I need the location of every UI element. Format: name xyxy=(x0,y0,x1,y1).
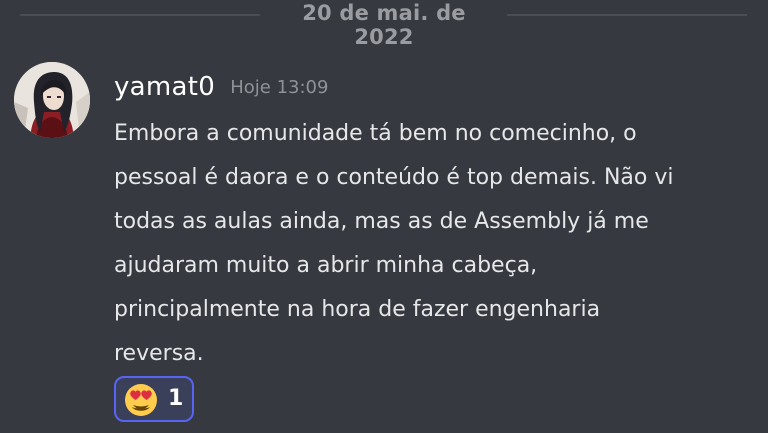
message-line: principalmente na hora de fazer engenhar… xyxy=(114,297,601,322)
message-content: Embora a comunidade tá bem no comecinho,… xyxy=(114,112,714,376)
avatar-image xyxy=(14,62,90,138)
reaction-count: 1 xyxy=(168,386,184,411)
heart-eyes-emoji-icon xyxy=(125,384,157,416)
timestamp[interactable]: Hoje 13:09 xyxy=(230,77,328,98)
date-divider-label: 20 de mai. de 2022 xyxy=(302,1,466,49)
divider-line-right xyxy=(507,14,747,16)
message-line: ajudaram muito a abrir minha cabeça, xyxy=(114,253,538,278)
message-line: reversa. xyxy=(114,341,204,366)
message-header: yamat0 Hoje 13:09 xyxy=(114,72,328,108)
reaction-button[interactable]: 1 xyxy=(114,376,194,422)
date-divider: 20 de mai. de 2022 xyxy=(0,0,768,49)
username[interactable]: yamat0 xyxy=(114,72,215,102)
avatar[interactable] xyxy=(14,62,90,138)
message-line: pessoal é daora e o conteúdo é top demai… xyxy=(114,165,674,190)
divider-line-left xyxy=(20,14,260,16)
message-line: Embora a comunidade tá bem no comecinho,… xyxy=(114,121,637,146)
message-line: todas as aulas ainda, mas as de Assembly… xyxy=(114,209,649,234)
chat-view: 20 de mai. de 2022 yamat0 Hoje 13:09 Emb… xyxy=(0,0,768,433)
